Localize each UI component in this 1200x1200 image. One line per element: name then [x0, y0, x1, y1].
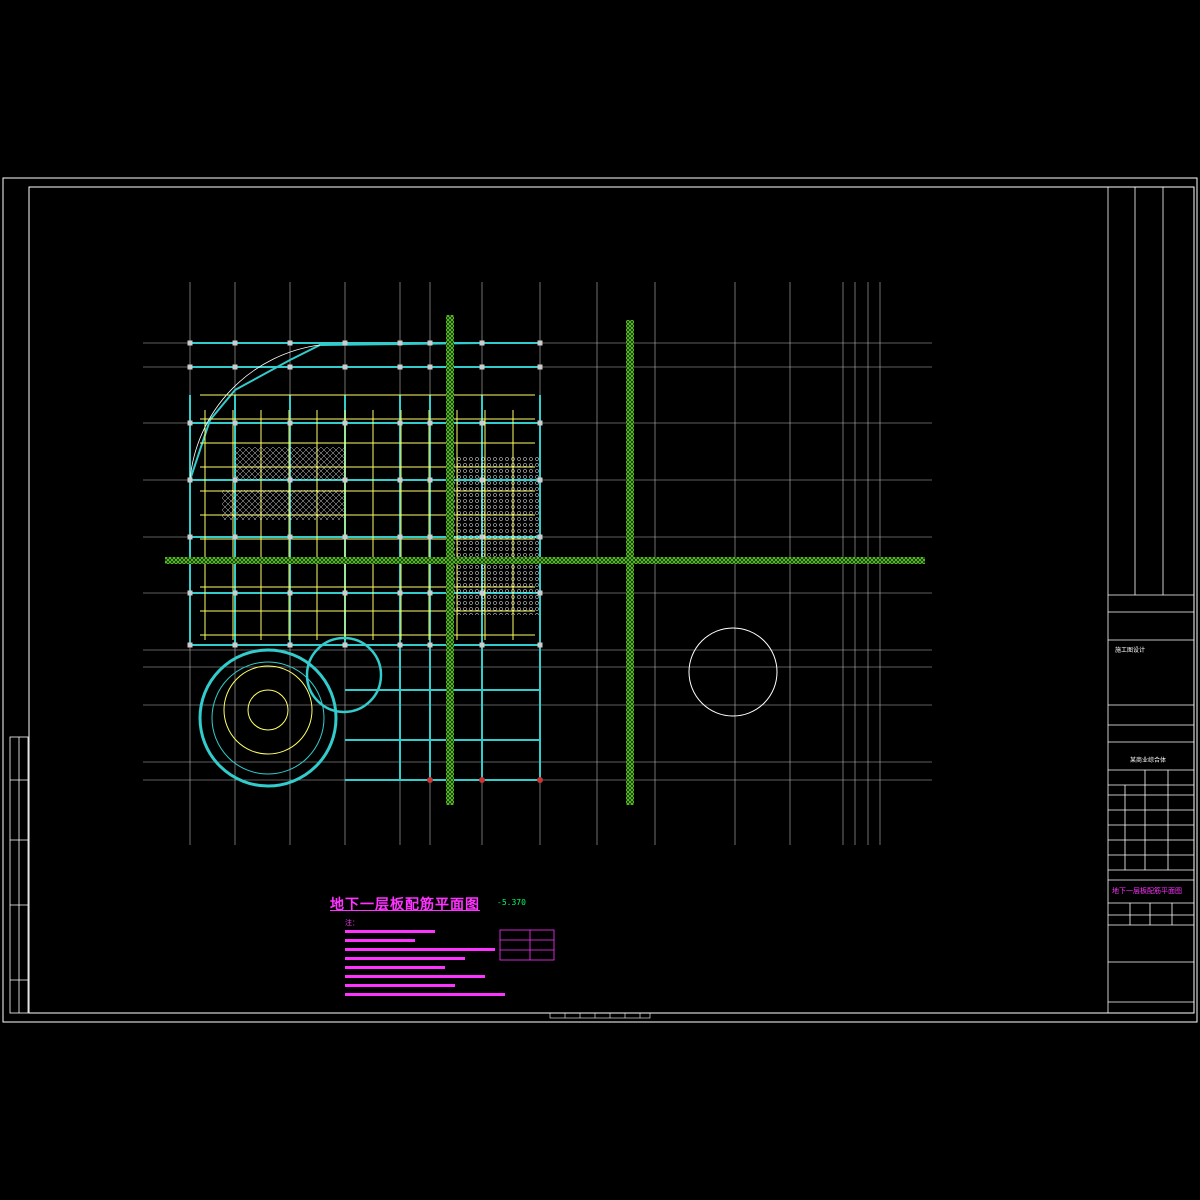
- inner-frame: [28, 186, 1195, 1014]
- notes-table: [499, 929, 555, 961]
- scale-bar: [549, 1012, 651, 1019]
- notes-heading: 注：: [345, 919, 359, 927]
- drawing-canvas: [2, 177, 1198, 1023]
- outer-frame: [2, 177, 1198, 1023]
- binding-strip: [9, 736, 29, 1014]
- elevation-mark: -5.370: [497, 898, 526, 907]
- title-block-stage: 施工图设计: [1115, 647, 1146, 654]
- drawing-notes: 注：: [345, 918, 505, 1001]
- title-block-sheet-name: 地下一层板配筋平面图: [1112, 887, 1182, 895]
- hatched-zones: [222, 447, 540, 615]
- title-block-project: 某商业综合体: [1130, 757, 1167, 764]
- drawing-title: 地下一层板配筋平面图: [330, 897, 480, 913]
- rebar-strips: [165, 315, 925, 805]
